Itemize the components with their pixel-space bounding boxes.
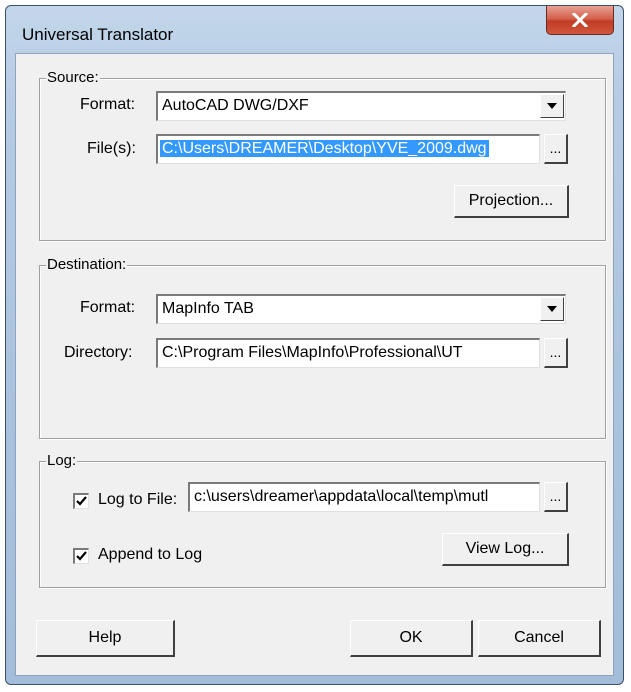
ok-button[interactable]: OK: [350, 620, 473, 657]
append-to-log-checkbox[interactable]: [73, 548, 89, 564]
source-format-label: Format:: [80, 96, 136, 113]
log-to-file-label: Log to File:: [98, 491, 178, 508]
destination-format-label: Format:: [80, 299, 136, 316]
close-button[interactable]: [546, 6, 614, 35]
view-log-button[interactable]: View Log...: [442, 533, 569, 566]
log-group: Log: Log to File: c:\users\dreamer\appda…: [39, 452, 606, 588]
source-format-value: AutoCAD DWG/DXF: [162, 97, 309, 114]
chevron-down-icon: [547, 103, 557, 109]
destination-format-select[interactable]: MapInfo TAB: [156, 294, 566, 324]
source-files-input[interactable]: C:\Users\DREAMER\Desktop\YVE_2009.dwg: [156, 134, 540, 164]
source-group: Source: Format: AutoCAD DWG/DXF File(s):…: [39, 69, 606, 241]
checkmark-icon: [76, 496, 87, 506]
chevron-down-icon: [547, 306, 557, 312]
destination-directory-value: C:\Program Files\MapInfo\Professional\UT: [162, 344, 463, 361]
source-format-select[interactable]: AutoCAD DWG/DXF: [156, 91, 566, 121]
source-legend: Source:: [46, 69, 100, 86]
destination-directory-label: Directory:: [64, 344, 133, 361]
destination-browse-button[interactable]: ...: [544, 338, 568, 368]
dialog-window: Universal Translator Source: Format: Aut…: [5, 5, 624, 685]
source-files-label: File(s):: [87, 140, 136, 157]
log-to-file-checkbox[interactable]: [73, 493, 89, 509]
source-browse-button[interactable]: ...: [544, 134, 568, 164]
cancel-button[interactable]: Cancel: [478, 620, 601, 657]
dialog-client-area: Source: Format: AutoCAD DWG/DXF File(s):…: [15, 53, 614, 676]
log-browse-button[interactable]: ...: [544, 482, 568, 512]
window-title: Universal Translator: [22, 25, 174, 44]
log-file-value: c:\users\dreamer\appdata\local\temp\mutl: [194, 488, 489, 505]
destination-legend: Destination:: [46, 256, 128, 273]
dropdown-arrow[interactable]: [540, 297, 564, 321]
append-to-log-label: Append to Log: [98, 546, 203, 563]
log-file-input[interactable]: c:\users\dreamer\appdata\local\temp\mutl: [188, 482, 540, 512]
close-icon: [572, 13, 588, 27]
source-files-value: C:\Users\DREAMER\Desktop\YVE_2009.dwg: [160, 140, 489, 157]
dropdown-arrow[interactable]: [540, 94, 564, 118]
help-button[interactable]: Help: [36, 620, 175, 657]
log-legend: Log:: [46, 452, 78, 469]
projection-button[interactable]: Projection...: [454, 185, 569, 218]
title-bar[interactable]: Universal Translator: [6, 6, 623, 54]
destination-format-value: MapInfo TAB: [162, 300, 254, 317]
destination-group: Destination: Format: MapInfo TAB Directo…: [39, 256, 606, 439]
destination-directory-input[interactable]: C:\Program Files\MapInfo\Professional\UT: [156, 338, 540, 368]
checkmark-icon: [76, 551, 87, 561]
